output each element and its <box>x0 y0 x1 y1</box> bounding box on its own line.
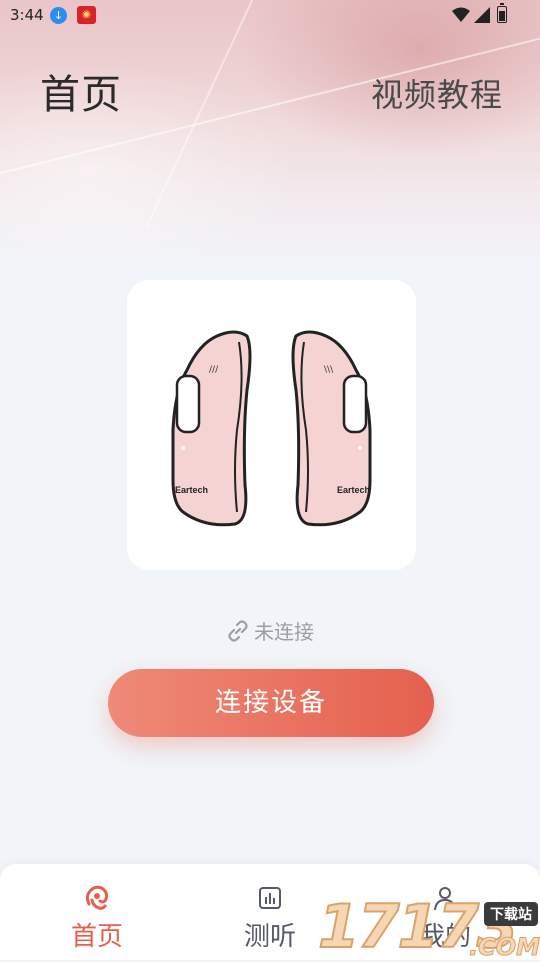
device-card: /// Eartech \\\ Eartech <box>127 280 416 570</box>
link-broken-icon <box>228 620 248 642</box>
right-brand-label: Eartech <box>337 485 370 495</box>
cell-signal-icon <box>474 7 490 23</box>
header-background <box>0 0 540 260</box>
download-icon: ↓ <box>50 7 67 24</box>
connection-status: 未连接 <box>0 616 540 645</box>
left-brand-label: Eartech <box>175 485 208 495</box>
connect-device-button[interactable]: 连接设备 <box>108 669 434 737</box>
hearing-aids-illustration: /// Eartech \\\ Eartech <box>171 330 372 527</box>
watermark-suffix: .COM <box>468 933 540 962</box>
video-tutorial-link[interactable]: 视频教程 <box>371 70 503 116</box>
page-title: 首页 <box>40 72 122 118</box>
battery-icon <box>497 3 507 23</box>
nav-item-home[interactable]: 首页 <box>7 864 187 960</box>
right-hearing-aid: \\\ Eartech <box>291 330 372 527</box>
watermark-logo: 17173 下载站 .COM <box>317 894 540 962</box>
left-hearing-aid: /// Eartech <box>171 330 252 527</box>
app-notification-icon: ◉ <box>77 6 96 24</box>
nav-label-home: 首页 <box>70 922 123 952</box>
status-bar: 3:44 ↓ ◉ <box>0 0 540 30</box>
watermark-tag: 下载站 <box>484 902 538 926</box>
svg-text:\\\: \\\ <box>324 365 334 375</box>
connection-status-text: 未连接 <box>254 620 314 644</box>
wifi-icon <box>452 7 470 22</box>
status-time: 3:44 <box>10 6 44 24</box>
chart-icon <box>259 887 281 909</box>
hearing-aid-icon <box>85 885 109 910</box>
svg-text:///: /// <box>209 365 219 375</box>
